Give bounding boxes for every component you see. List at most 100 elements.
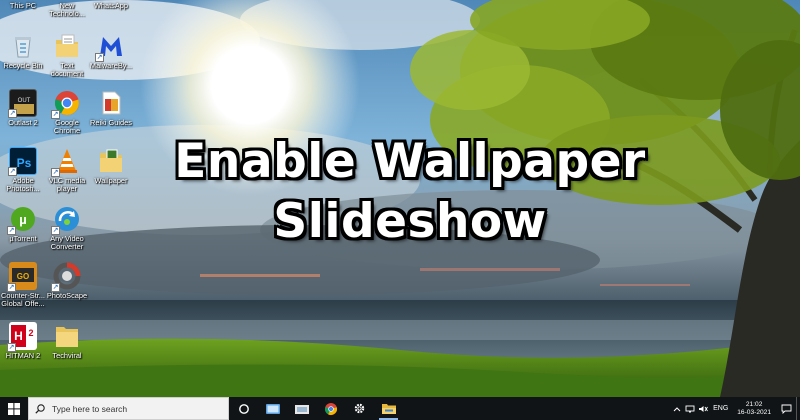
desktop-icon-techviral[interactable]: Techviral — [44, 322, 90, 360]
desktop-icon-label: Adobe Photosh... — [6, 176, 40, 194]
taskbar-app-task-view[interactable] — [287, 397, 316, 420]
desktop-icon-utorrent[interactable]: µ ↗ µTorrent — [0, 205, 46, 243]
volume-button[interactable] — [696, 397, 709, 420]
csgo-icon: GO ↗ — [7, 262, 37, 292]
outlast-icon: OUT ↗ — [8, 89, 37, 118]
volume-icon — [698, 405, 708, 412]
taskbar-app-settings[interactable] — [345, 397, 374, 420]
desktop-icon-label: MalwareBy... — [89, 61, 133, 70]
svg-text:OUT: OUT — [18, 98, 31, 104]
search-placeholder: Type here to search — [52, 403, 128, 414]
desktop-icon-label: Recycle Bin — [3, 61, 43, 70]
taskbar-app-file-explorer[interactable] — [374, 397, 403, 420]
shortcut-arrow-icon: ↗ — [95, 53, 104, 62]
desktop-icon-this-pc[interactable]: This PC — [0, 1, 46, 10]
desktop-icon-label: This PC — [9, 1, 37, 10]
shortcut-arrow-icon: ↗ — [7, 343, 16, 352]
chevron-up-icon — [673, 406, 680, 411]
shortcut-arrow-icon: ↗ — [51, 283, 60, 292]
desktop-icon-label: WhatsApp — [93, 1, 129, 10]
desktop-icon-label: Counter-Str... Global Offe... — [1, 291, 45, 309]
hitman-icon: H2 ↗ — [7, 322, 37, 352]
taskbar-app-chrome[interactable] — [316, 397, 345, 420]
chrome-icon — [324, 402, 337, 415]
headline-line-2: Slideshow — [273, 194, 547, 249]
desktop-icon-counter-strike[interactable]: GO ↗ Counter-Str... Global Offe... — [0, 262, 46, 309]
language-indicator[interactable]: ENG — [709, 405, 732, 412]
desktop-icon-label: Techviral — [52, 351, 82, 360]
taskbar-clock[interactable]: 21:02 16-03-2021 — [732, 401, 776, 417]
pdf-icon — [97, 89, 125, 117]
text-document-icon — [53, 32, 81, 60]
svg-text:H: H — [14, 329, 23, 343]
svg-text:GO: GO — [17, 272, 29, 281]
desktop-icon-recycle-bin[interactable]: Recycle Bin — [0, 32, 46, 70]
shortcut-arrow-icon: ↗ — [7, 283, 16, 292]
desktop-icon-outlast-2[interactable]: OUT ↗ Outlast 2 — [0, 89, 46, 127]
desktop-icon-vlc-media-player[interactable]: ↗ VLC media player — [44, 147, 90, 194]
chrome-icon: ↗ — [51, 89, 81, 119]
desktop-icon-label: Reiki Guides — [90, 118, 132, 127]
network-button[interactable] — [683, 397, 696, 420]
video-converter-icon: ↗ — [51, 205, 81, 235]
clock-time: 21:02 — [745, 400, 763, 408]
windows-logo-icon — [8, 402, 20, 415]
cortana-button[interactable] — [229, 397, 258, 420]
desktop-icon-new-technolo[interactable]: New Technolo... — [44, 1, 90, 19]
search-icon — [35, 403, 45, 414]
svg-text:2: 2 — [28, 328, 33, 338]
shortcut-arrow-icon: ↗ — [8, 109, 17, 118]
cortana-icon — [238, 403, 249, 414]
wallpaper-folder-icon — [97, 147, 125, 175]
vlc-icon: ↗ — [51, 147, 81, 177]
photoshop-icon: Ps ↗ — [8, 147, 37, 176]
clock-date: 16-03-2021 — [737, 408, 771, 416]
start-button[interactable] — [0, 397, 28, 420]
tray-overflow-button[interactable] — [670, 397, 683, 420]
taskbar-search-box[interactable]: Type here to search — [28, 397, 229, 420]
file-explorer-icon — [381, 404, 396, 414]
desktop-icon-text-document[interactable]: Text document — [44, 32, 90, 79]
desktop-icon-label: Google Chrome — [53, 118, 81, 136]
settings-icon — [354, 403, 365, 414]
shortcut-arrow-icon: ↗ — [51, 226, 60, 235]
malwarebytes-icon: ↗ — [95, 32, 125, 62]
notification-icon — [781, 404, 791, 414]
svg-text:Ps: Ps — [17, 156, 32, 170]
svg-text:µ: µ — [19, 212, 27, 227]
desktop-icon-label: Text document — [50, 61, 84, 79]
shortcut-arrow-icon: ↗ — [51, 168, 60, 177]
desktop-icon-wallpaper[interactable]: Wallpaper — [88, 147, 134, 185]
desktop-icon-label: New Technolo... — [49, 1, 85, 19]
desktop-icon-photoscape[interactable]: ↗ PhotoScape — [44, 262, 90, 300]
desktop-icon-label: HITMAN 2 — [5, 351, 41, 360]
taskbar-app-tablet[interactable] — [258, 397, 287, 420]
desktop-icon-any-video-converter[interactable]: ↗ Any Video Converter — [44, 205, 90, 252]
system-tray: ENG 21:02 16-03-2021 — [670, 397, 800, 420]
headline-line-1: Enable Wallpaper — [174, 134, 646, 189]
desktop-icon-label: PhotoScape — [46, 291, 88, 300]
desktop-icon-adobe-photoshop[interactable]: Ps ↗ Adobe Photosh... — [0, 147, 46, 194]
action-center-button[interactable] — [776, 397, 796, 420]
desktop-icon-label: VLC media player — [48, 176, 86, 194]
desktop-icon-whatsapp[interactable]: WhatsApp — [88, 1, 134, 10]
task-view-icon — [294, 404, 309, 414]
tablet-icon — [265, 403, 280, 414]
shortcut-arrow-icon: ↗ — [51, 110, 60, 119]
desktop-icon-google-chrome[interactable]: ↗ Google Chrome — [44, 89, 90, 136]
desktop-icon-malwarebytes[interactable]: ↗ MalwareBy... — [88, 32, 134, 70]
desktop-icon-reiki-guides[interactable]: Reiki Guides — [88, 89, 134, 127]
taskbar: Type here to search ENG 21:02 16-03-2021 — [0, 397, 800, 420]
shortcut-arrow-icon: ↗ — [8, 167, 17, 176]
headline-overlay: Enable Wallpaper Slideshow — [130, 132, 690, 252]
desktop-icon-hitman-2[interactable]: H2 ↗ HITMAN 2 — [0, 322, 46, 360]
desktop-icon-grid: This PC New Technolo... WhatsApp Recycle… — [0, 0, 150, 397]
utorrent-icon: µ ↗ — [7, 205, 37, 235]
desktop-icon-label: Wallpaper — [94, 176, 128, 185]
desktop-icon-label: Any Video Converter — [50, 234, 84, 252]
shortcut-arrow-icon: ↗ — [7, 226, 16, 235]
folder-icon — [53, 322, 81, 350]
show-desktop-button[interactable] — [796, 397, 800, 420]
desktop-icon-label: Outlast 2 — [8, 118, 38, 127]
recycle-bin-icon — [9, 32, 37, 60]
